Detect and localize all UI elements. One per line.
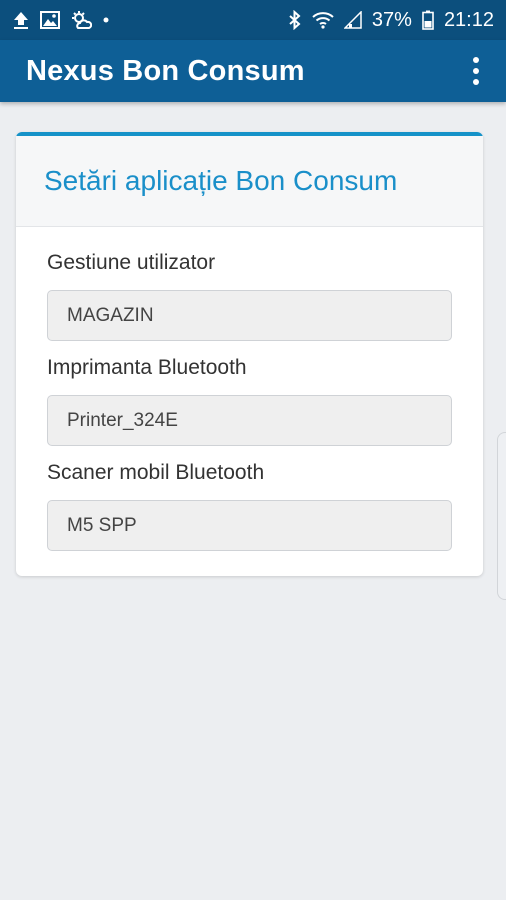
battery-percent: 37% <box>371 8 412 31</box>
card-header: Setări aplicație Bon Consum <box>16 136 483 227</box>
bluetooth-printer-field[interactable]: Printer_324E <box>47 395 452 446</box>
card-body: Gestiune utilizator MAGAZIN Imprimanta B… <box>16 227 483 551</box>
app-title: Nexus Bon Consum <box>26 54 305 87</box>
more-vert-icon[interactable] <box>462 51 490 91</box>
weather-icon <box>70 10 92 30</box>
signal-icon <box>343 11 362 29</box>
edge-panel-handle[interactable] <box>497 432 506 600</box>
bluetooth-scanner-field[interactable]: M5 SPP <box>47 500 452 551</box>
field-label: Gestiune utilizator <box>47 251 216 274</box>
card-title: Setări aplicație Bon Consum <box>44 165 398 196</box>
menu-dot <box>473 68 479 74</box>
status-bar-right: 37% 21:12 <box>288 9 494 32</box>
wifi-icon <box>312 11 334 29</box>
field-user-management: Gestiune utilizator MAGAZIN <box>47 251 452 341</box>
status-bar: 37% 21:12 <box>0 0 506 40</box>
menu-dot <box>473 79 479 85</box>
status-bar-left <box>12 10 110 30</box>
field-label: Imprimanta Bluetooth <box>47 356 247 379</box>
field-label: Scaner mobil Bluetooth <box>47 461 265 484</box>
bluetooth-icon <box>288 10 302 30</box>
field-bluetooth-printer: Imprimanta Bluetooth Printer_324E <box>47 356 452 446</box>
app-bar: Nexus Bon Consum <box>0 40 506 102</box>
battery-icon <box>422 10 434 30</box>
field-bluetooth-scanner: Scaner mobil Bluetooth M5 SPP <box>47 461 452 551</box>
settings-card: Setări aplicație Bon Consum Gestiune uti… <box>16 132 483 576</box>
menu-dot <box>473 57 479 63</box>
upload-icon <box>12 10 30 30</box>
user-management-field[interactable]: MAGAZIN <box>47 290 452 341</box>
clock: 21:12 <box>443 8 494 31</box>
image-icon <box>40 11 60 29</box>
dot-icon <box>102 16 110 24</box>
